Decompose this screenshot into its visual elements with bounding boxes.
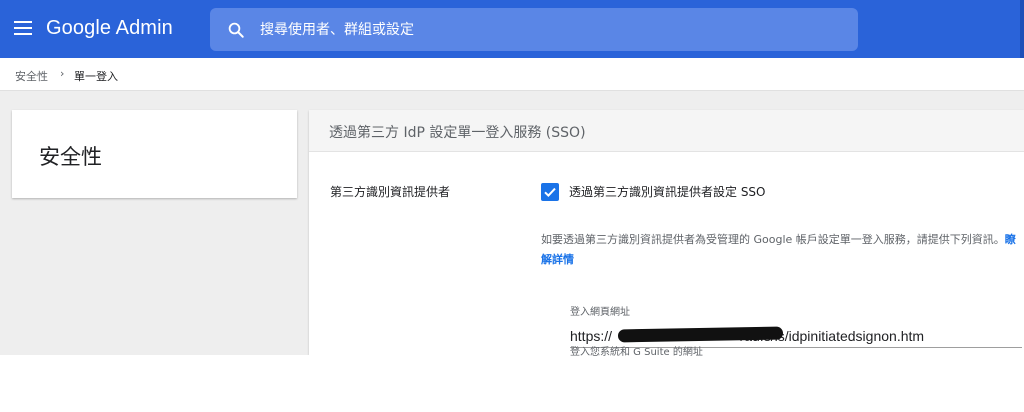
section-card: 安全性 xyxy=(12,110,297,198)
sso-settings-panel-continued xyxy=(309,355,1024,412)
section-title: 安全性 xyxy=(39,145,102,169)
system-url-label: 登入您系統和 G Suite 的網址 xyxy=(570,347,703,358)
main-content: 安全性 透過第三方 IdP 設定單一登入服務 (SSO) 第三方識別資訊提供者 … xyxy=(0,91,1024,355)
header-edge xyxy=(1020,0,1024,58)
panel-header: 透過第三方 IdP 設定單一登入服務 (SSO) xyxy=(309,110,1024,152)
search-bar[interactable] xyxy=(210,8,858,51)
sso-settings-panel: 透過第三方 IdP 設定單一登入服務 (SSO) 第三方識別資訊提供者 透過第三… xyxy=(309,110,1024,355)
hamburger-menu-icon[interactable] xyxy=(14,21,32,35)
sso-description: 如要透過第三方識別資訊提供者為受管理的 Google 帳戶設定單一登入服務，請提… xyxy=(541,230,1016,270)
breadcrumb-separator-icon: › xyxy=(60,67,65,80)
breadcrumb-security-link[interactable]: 安全性 xyxy=(15,68,48,84)
sso-checkbox-label[interactable]: 透過第三方識別資訊提供者設定 SSO xyxy=(569,183,766,200)
top-app-bar: Google Admin xyxy=(0,0,1024,58)
breadcrumb: 安全性 › 單一登入 xyxy=(0,58,1024,91)
breadcrumb-current: 單一登入 xyxy=(74,70,118,83)
search-input[interactable] xyxy=(260,8,840,51)
panel-title: 透過第三方 IdP 設定單一登入服務 (SSO) xyxy=(329,125,586,141)
app-logo[interactable]: Google Admin xyxy=(46,17,173,40)
sso-checkbox[interactable] xyxy=(541,183,559,201)
setting-label: 第三方識別資訊提供者 xyxy=(330,185,451,199)
search-icon xyxy=(228,22,244,38)
sign-in-url-label: 登入網頁網址 xyxy=(570,307,630,318)
description-text: 如要透過第三方識別資訊提供者為受管理的 Google 帳戶設定單一登入服務，請提… xyxy=(541,233,1005,246)
checkmark-icon xyxy=(544,187,556,198)
